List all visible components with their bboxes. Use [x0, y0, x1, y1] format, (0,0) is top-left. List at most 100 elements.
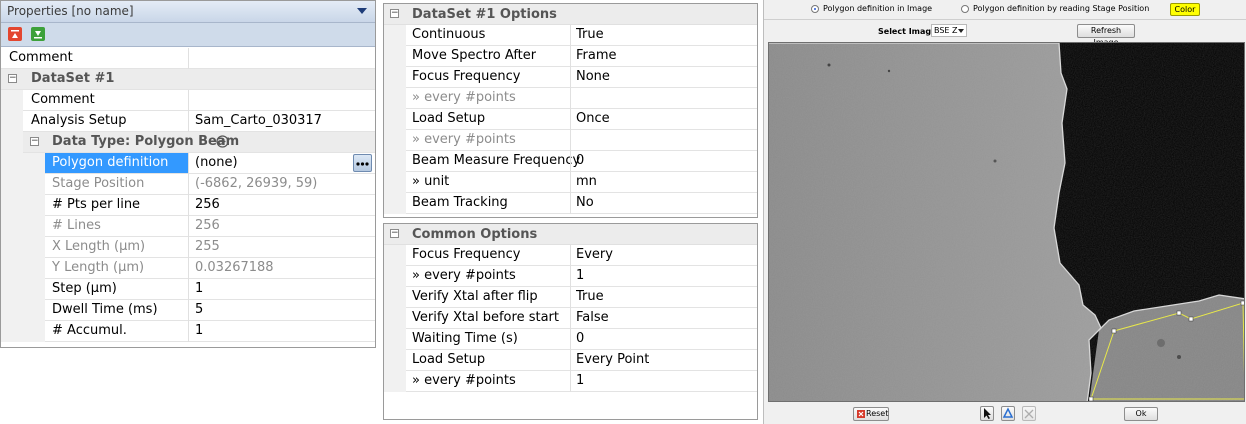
reset-button[interactable]: Reset [853, 407, 889, 421]
collapse-icon[interactable]: − [8, 74, 17, 83]
reset-label: Reset [866, 409, 889, 418]
indent-gutter [384, 46, 406, 67]
option-row[interactable]: Waiting Time (s) 0 [384, 329, 757, 350]
option-row[interactable]: Move Spectro After Frame [384, 46, 757, 67]
property-value: 0.03267188 [195, 260, 274, 275]
option-value[interactable]: 1 [576, 266, 584, 286]
bse-image-view[interactable] [768, 42, 1245, 402]
property-row-analysis-setup[interactable]: Analysis Setup Sam_Carto_030317 [1, 111, 375, 132]
expand-all-icon[interactable] [31, 27, 45, 41]
property-value[interactable]: 256 [195, 195, 220, 215]
option-value[interactable]: Every [576, 245, 613, 265]
radio-label: Polygon definition in Image [823, 4, 933, 13]
divider [764, 19, 1246, 20]
option-row[interactable]: » every #points [384, 88, 757, 109]
collapse-all-icon[interactable] [8, 27, 22, 41]
option-value[interactable]: No [576, 193, 594, 213]
indent-gutter [384, 172, 406, 193]
close-icon [857, 410, 865, 422]
option-row[interactable]: Verify Xtal after flip True [384, 287, 757, 308]
collapse-icon[interactable]: − [390, 9, 399, 18]
option-name: Beam Measure Frequency [412, 153, 581, 168]
column-divider [188, 216, 189, 237]
option-row[interactable]: » every #points [384, 130, 757, 151]
option-value[interactable]: True [576, 25, 604, 45]
property-row-stage-position[interactable]: Stage Position (-6862, 26939, 59) [1, 174, 375, 195]
properties-panel: Properties [no name] Comment − DataSet #… [0, 0, 376, 348]
image-panel: Polygon definition in Image Polygon defi… [763, 0, 1246, 424]
property-row-lines[interactable]: # Lines 256 [1, 216, 375, 237]
select-image-dropdown[interactable]: BSE Z [931, 24, 967, 37]
ellipsis-button[interactable] [353, 154, 372, 172]
column-divider [188, 90, 189, 111]
indent-gutter [384, 350, 406, 371]
add-circle-icon[interactable] [216, 135, 229, 152]
property-row-x-length[interactable]: X Length (µm) 255 [1, 237, 375, 258]
column-divider [570, 67, 571, 88]
option-value[interactable]: 0 [576, 329, 584, 349]
property-name: Analysis Setup [31, 113, 127, 128]
color-button[interactable]: Color [1170, 3, 1200, 16]
option-value[interactable]: mn [576, 172, 597, 192]
indent-gutter [384, 287, 406, 308]
option-value[interactable]: 1 [576, 371, 584, 391]
option-value[interactable]: True [576, 287, 604, 307]
option-row[interactable]: Load Setup Every Point [384, 350, 757, 371]
option-row[interactable]: » every #points 1 [384, 371, 757, 392]
column-divider [188, 174, 189, 195]
option-value[interactable]: 0 [576, 151, 584, 171]
property-row-pts-per-line[interactable]: # Pts per line 256 [1, 195, 375, 216]
option-name: Continuous [412, 27, 486, 42]
property-row-y-length[interactable]: Y Length (µm) 0.03267188 [1, 258, 375, 279]
polygon-tool-button[interactable] [1001, 406, 1015, 421]
option-value[interactable]: Every Point [576, 350, 649, 370]
radio-polygon-in-image[interactable] [811, 5, 819, 13]
property-row-accumul[interactable]: # Accumul. 1 [1, 321, 375, 342]
delete-point-tool-button[interactable] [1022, 406, 1036, 421]
option-row[interactable]: Continuous True [384, 25, 757, 46]
property-value[interactable]: Sam_Carto_030317 [195, 111, 322, 131]
option-value[interactable]: Once [576, 109, 610, 129]
column-divider [570, 371, 571, 392]
option-row[interactable]: Verify Xtal before start False [384, 308, 757, 329]
category-dataset[interactable]: − DataSet #1 [1, 69, 375, 90]
option-value[interactable]: None [576, 67, 610, 87]
column-divider [570, 193, 571, 214]
dataset-options-title: DataSet #1 Options [412, 7, 557, 22]
property-row-comment-top[interactable]: Comment [1, 48, 375, 69]
category-data-type[interactable]: − Data Type: Polygon Beam [1, 132, 375, 153]
property-value[interactable]: 1 [195, 321, 203, 341]
property-value[interactable]: 1 [195, 279, 203, 299]
ok-button[interactable]: Ok [1124, 407, 1158, 421]
radio-polygon-stage[interactable] [961, 5, 969, 13]
option-row[interactable]: Load Setup Once [384, 109, 757, 130]
property-value[interactable]: (none) [195, 153, 238, 173]
property-row-dwell-time[interactable]: Dwell Time (ms) 5 [1, 300, 375, 321]
property-row-comment[interactable]: Comment [1, 90, 375, 111]
collapse-icon[interactable]: − [390, 229, 399, 238]
indent-gutter [384, 371, 406, 392]
option-row[interactable]: » unit mn [384, 172, 757, 193]
indent-gutter [384, 266, 406, 287]
column-divider [188, 111, 189, 132]
refresh-image-button[interactable]: Refresh Image [1077, 24, 1135, 47]
option-row[interactable]: Focus Frequency None [384, 67, 757, 88]
dropdown-arrow-icon[interactable] [357, 8, 367, 14]
pointer-tool-button[interactable] [980, 406, 994, 421]
property-row-step[interactable]: Step (µm) 1 [1, 279, 375, 300]
option-value[interactable]: Frame [576, 46, 617, 66]
option-row[interactable]: Beam Tracking No [384, 193, 757, 214]
option-row[interactable]: » every #points 1 [384, 266, 757, 287]
collapse-icon[interactable]: − [30, 137, 39, 146]
properties-toolbar [1, 23, 375, 47]
common-options-header[interactable]: − Common Options [384, 224, 757, 245]
property-value[interactable]: 5 [195, 300, 203, 320]
option-row[interactable]: Focus Frequency Every [384, 245, 757, 266]
category-label: DataSet #1 [31, 71, 115, 86]
property-row-polygon-definition[interactable]: Polygon definition (none) [1, 153, 375, 174]
option-name: Waiting Time (s) [412, 331, 518, 346]
option-row[interactable]: Beam Measure Frequency 0 [384, 151, 757, 172]
dataset-options-header[interactable]: − DataSet #1 Options [384, 4, 757, 25]
option-value[interactable]: False [576, 308, 609, 328]
column-divider [570, 308, 571, 329]
